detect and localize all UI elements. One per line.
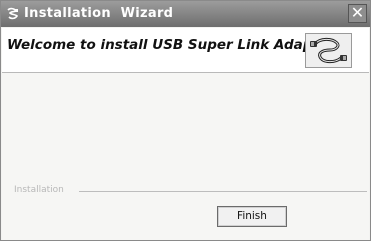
- welcome-heading: Welcome to install USB Super Link Adapte…: [7, 37, 335, 53]
- installation-label: Installation: [14, 185, 64, 195]
- wizard-header: Welcome to install USB Super Link Adapte…: [2, 28, 369, 73]
- usb-link-logo: [305, 33, 352, 68]
- installation-wizard-window: Installation Wizard ✕ Welcome to install…: [0, 0, 371, 241]
- window-title: Installation Wizard: [24, 6, 174, 21]
- close-icon: ✕: [350, 3, 365, 22]
- usb-link-cable-icon: [310, 37, 347, 64]
- wizard-body: Installation Finish: [2, 73, 369, 240]
- close-button[interactable]: ✕: [348, 4, 367, 23]
- title-bar[interactable]: Installation Wizard ✕: [1, 1, 370, 27]
- progress-separator: [79, 191, 367, 192]
- finish-button[interactable]: Finish: [217, 206, 287, 227]
- app-icon: [7, 7, 19, 20]
